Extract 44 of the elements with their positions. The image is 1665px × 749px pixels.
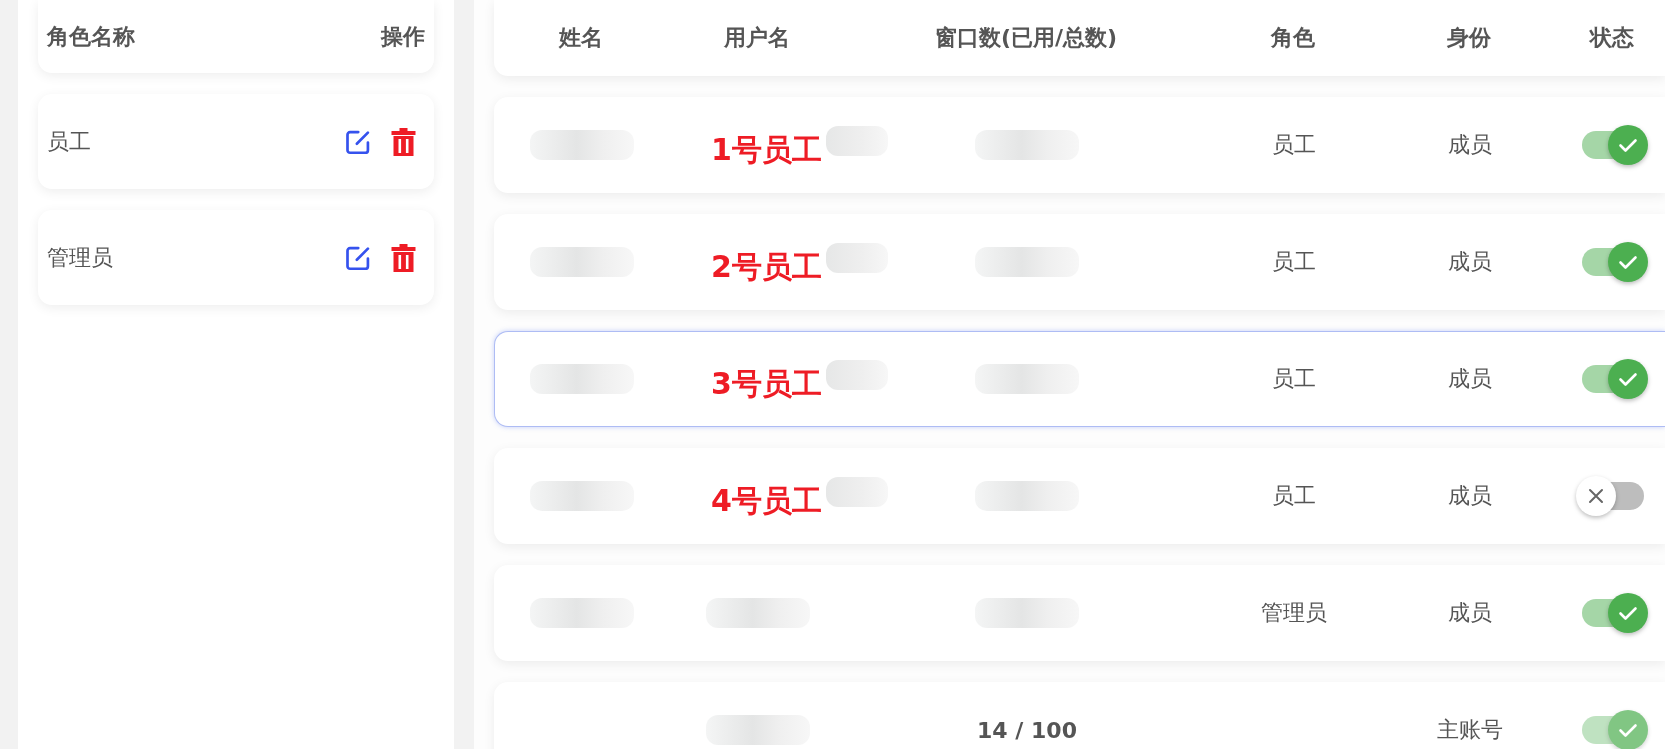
identity-cell-text: 成员: [1448, 131, 1492, 159]
user-row[interactable]: 4号员工 员工 成员: [494, 448, 1665, 544]
identity-cell-text: 成员: [1448, 365, 1492, 393]
column-header: 窗口数(已用/总数): [934, 24, 1118, 52]
identity-cell-text: 成员: [1448, 482, 1492, 510]
column-header: 状态: [1589, 24, 1634, 52]
role-cell-text: 员工: [1272, 365, 1316, 393]
annotation-label: 3号员工: [711, 364, 822, 403]
redacted-block: [825, 243, 888, 273]
check-icon: [1608, 242, 1648, 282]
column-header: 角色名称: [47, 22, 135, 51]
role-name: 员工: [47, 127, 92, 156]
role-row[interactable]: 管理员: [38, 210, 434, 305]
role-cell-text: 员工: [1272, 482, 1316, 510]
annotation-label: 2号员工: [711, 247, 822, 286]
window-count: 14 / 100: [977, 717, 1077, 743]
redacted-block: [825, 360, 888, 390]
identity-cell-text: 成员: [1448, 248, 1492, 276]
check-icon: [1608, 125, 1648, 165]
column-header: 用户名: [724, 24, 790, 52]
role-cell-text: 员工: [1272, 131, 1316, 159]
user-row[interactable]: 管理员 成员: [494, 565, 1665, 661]
trash-icon[interactable]: [391, 243, 416, 272]
check-icon: [1608, 593, 1648, 633]
identity-cell-text: 成员: [1448, 599, 1492, 627]
column-header: 操作: [381, 22, 425, 51]
column-header: 身份: [1447, 24, 1491, 52]
trash-icon[interactable]: [391, 127, 416, 156]
identity-cell-text: 主账号: [1437, 716, 1503, 744]
column-header: 姓名: [559, 24, 603, 52]
check-icon: [1608, 710, 1648, 749]
user-row[interactable]: 2号员工 员工 成员: [494, 214, 1665, 310]
check-icon: [1608, 359, 1648, 399]
role-cell-text: 员工: [1272, 248, 1316, 276]
column-header: 角色: [1271, 24, 1315, 52]
role-name: 管理员: [47, 243, 114, 272]
user-row[interactable]: 3号员工 员工 成员: [494, 331, 1665, 427]
annotation-label: 1号员工: [711, 130, 822, 169]
redacted-block: [825, 477, 888, 507]
annotation-label: 4号员工: [711, 481, 822, 520]
role-cell-text: 管理员: [1261, 599, 1327, 627]
user-row[interactable]: 1号员工 员工 成员: [494, 97, 1665, 193]
redacted-block: [825, 126, 888, 156]
role-row[interactable]: 员工: [38, 94, 434, 189]
